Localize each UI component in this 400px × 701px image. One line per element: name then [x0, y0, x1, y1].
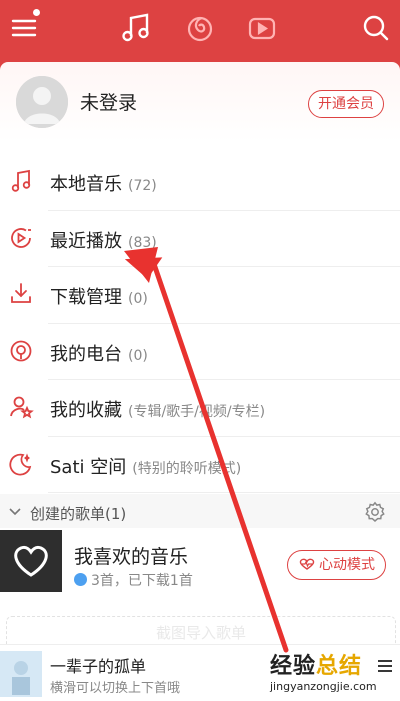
now-playing-title: 一辈子的孤单: [50, 657, 147, 676]
playlist-queue-icon[interactable]: [376, 658, 394, 672]
watermark-text-2: 总结: [316, 654, 363, 679]
menu-item-my-radio[interactable]: 我的电台 (0): [0, 324, 400, 381]
menu-item-download-manager[interactable]: 下载管理 (0): [0, 267, 400, 324]
search-icon[interactable]: [360, 12, 392, 44]
created-playlists-header[interactable]: 创建的歌单(1): [0, 496, 400, 528]
section-title: 创建的歌单(1): [30, 505, 127, 523]
music-note-icon[interactable]: [118, 10, 154, 46]
menu-item-label: Sati 空间: [50, 456, 127, 478]
playlist-subtitle: 3首，已下载1首: [74, 570, 193, 590]
menu-item-count: (特别的聆听模式): [132, 460, 242, 477]
menu-item-my-collection[interactable]: 我的收藏 (专辑/歌手/视频/专栏): [0, 380, 400, 437]
sati-icon: [8, 451, 34, 477]
menu-list: 本地音乐 (72) 最近播放 (83) 下载管理 (0) 我的电台 (0) 我的收藏 (专…: [0, 154, 400, 493]
menu-item-local-music[interactable]: 本地音乐 (72): [0, 154, 400, 211]
menu-item-count: (0): [128, 291, 148, 307]
music-note-icon: [8, 168, 34, 194]
menu-item-count: (0): [128, 347, 148, 364]
menu-item-label: 下载管理: [50, 287, 122, 308]
profile-card[interactable]: 未登录 开通会员: [0, 62, 400, 142]
watermark-text-1: 经验: [270, 654, 317, 679]
collect-icon: [8, 394, 34, 420]
menu-item-label: 我的收藏: [50, 400, 122, 421]
menu-item-label: 最近播放: [50, 230, 122, 252]
menu-item-label: 本地音乐: [50, 174, 122, 195]
playlist-subtitle-text: 3首，已下载1首: [91, 573, 193, 589]
playlist-row[interactable]: 我喜欢的音乐 3首，已下载1首 心动模式: [0, 530, 400, 596]
radio-icon: [8, 338, 34, 364]
menu-item-count: (83): [128, 234, 157, 251]
avatar[interactable]: [16, 76, 68, 128]
download-icon: [8, 281, 34, 307]
menu-item-count: (专辑/歌手/视频/专栏): [128, 404, 266, 420]
video-play-icon[interactable]: [246, 12, 278, 44]
playlist-cover[interactable]: [0, 530, 62, 592]
menu-item-label: 我的电台: [50, 343, 122, 365]
menu-icon[interactable]: [8, 12, 40, 44]
heartbeat-mode-button[interactable]: 心动模式: [287, 550, 386, 580]
heartbeat-mode-label: 心动模式: [319, 557, 375, 573]
playlist-title: 我喜欢的音乐: [74, 546, 189, 568]
watermark: 经验总结 jingyanzongjie.com: [270, 648, 400, 700]
notification-dot: [33, 9, 40, 16]
watermark-url: jingyanzongjie.com: [270, 680, 377, 693]
heartbeat-icon: [299, 558, 315, 570]
menu-item-sati-space[interactable]: Sati 空间 (特别的聆听模式): [0, 437, 400, 494]
chevron-down-icon[interactable]: [8, 504, 22, 518]
menu-item-count: (72): [128, 178, 157, 194]
recent-play-icon: [8, 225, 34, 251]
swipe-hint: 横滑可以切换上下首哦: [50, 681, 181, 696]
menu-item-recent-play[interactable]: 最近播放 (83): [0, 211, 400, 268]
gear-icon[interactable]: [364, 501, 386, 523]
netease-radio-icon[interactable]: [184, 12, 216, 44]
login-status-text[interactable]: 未登录: [80, 88, 137, 115]
now-playing-cover[interactable]: [0, 651, 42, 697]
downloaded-check-icon: [74, 573, 87, 586]
open-vip-button[interactable]: 开通会员: [308, 90, 384, 118]
